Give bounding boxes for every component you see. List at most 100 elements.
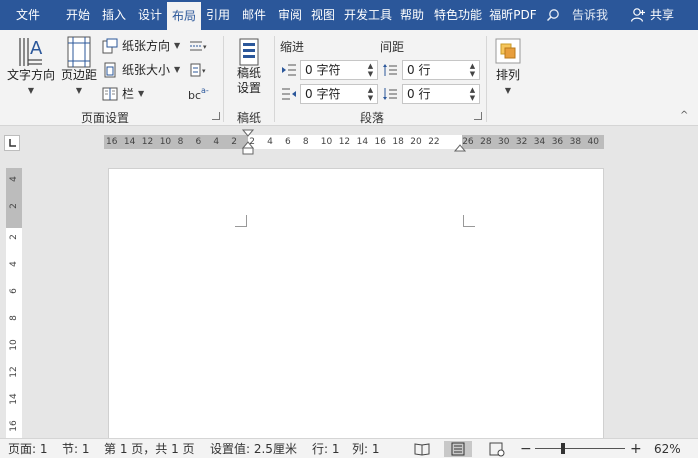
tab-insert[interactable]: 插入 [98,0,130,30]
columns-button[interactable]: 栏 ▼ [102,84,148,104]
book-icon [414,443,430,456]
ruler-tick-label: 20 [410,137,422,147]
crop-mark-top-right [463,215,475,227]
status-setting[interactable]: 设置值: 2.5厘米 [210,439,297,458]
web-layout-button[interactable] [482,441,510,457]
ruler-tick-label: 22 [428,137,440,147]
paragraph-launcher[interactable] [474,112,482,120]
ruler-tick-label: 38 [569,137,582,147]
indent-right-input[interactable]: 0 字符 ▲ ▼ [300,84,378,104]
tab-references[interactable]: 引用 [202,0,234,30]
left-tab-icon [9,139,16,147]
indent-left-value: 0 字符 [305,63,341,77]
space-before-input[interactable]: 0 行 ▲ ▼ [402,60,480,80]
status-section[interactable]: 节: 1 [62,439,90,458]
size-label: 纸张大小 [122,63,171,77]
orientation-button[interactable]: 纸张方向 ▼ [102,36,184,56]
tab-home[interactable]: 开始 [62,0,94,30]
chevron-down-icon: ▼ [27,86,35,95]
watermark-logo: 自由互联 [524,404,684,432]
print-layout-icon [451,442,465,456]
line-numbers-button[interactable]: ▾ [188,60,216,80]
tab-mailings[interactable]: 邮件 [238,0,270,30]
tab-design[interactable]: 设计 [134,0,166,30]
ruler-tick-label: 10 [9,339,19,351]
horizontal-ruler[interactable]: 16 14 12 10 8 6 4 2 2 4 6 8 10 12 14 16 18 20 22 26 28 30 32 34… [104,135,604,149]
ruler-tick-label: 6 [285,137,291,147]
ruler-tick-label: 6 [9,288,19,294]
columns-label: 栏 [122,87,135,101]
tab-file[interactable]: 文件 [8,0,48,30]
ruler-tick-label: 16 [106,137,118,147]
page-setup-group-label: 页面设置 [80,111,129,125]
margins-icon [67,36,91,68]
zoom-out-icon[interactable]: − [520,439,532,458]
ribbon-tab-bar: 文件 开始 插入 设计 布局 引用 邮件 审阅 视图 开发工具 帮助 特色功能 … [0,0,698,30]
orientation-label: 纸张方向 [122,39,171,53]
ruler-tick-label: 2 [9,203,19,209]
text-direction-button[interactable]: A 文字方向 ▼ [4,34,58,104]
arrange-label: 排列 [495,68,520,82]
horizontal-ruler-area: 16 14 12 10 8 6 4 2 2 4 6 8 10 12 14 16 18 20 22 26 28 30 32 34… [0,127,698,157]
tab-view[interactable]: 视图 [306,0,340,30]
space-before-icon [383,64,397,76]
ruler-tick-label: 14 [123,137,136,147]
group-divider [223,36,224,122]
vertical-ruler[interactable]: 4 2 2 4 6 8 10 12 14 16 [6,168,22,438]
zoom-in-icon[interactable]: + [630,439,642,458]
read-mode-button[interactable] [408,441,436,457]
margins-label: 页边距 [60,68,97,82]
spinner-arrows-icon[interactable]: ▲ ▼ [366,62,375,78]
line-numbers-icon: ▾ [190,63,206,77]
tab-help[interactable]: 帮助 [396,0,428,30]
watermark-text: 自由互联 [524,408,604,429]
ruler-tick-label: 28 [480,137,492,147]
chevron-down-icon: ▼ [174,41,181,50]
tab-selector-button[interactable] [4,135,20,151]
status-page-of[interactable]: 第 1 页，共 1 页 [104,439,195,458]
print-layout-button[interactable] [444,441,472,457]
spinner-arrows-icon[interactable]: ▲ ▼ [468,86,477,102]
ruler-tick-label: 16 [374,137,386,147]
document-page[interactable] [108,168,604,440]
status-column[interactable]: 列: 1 [352,439,380,458]
tab-special-features[interactable]: 特色功能 [432,0,484,30]
svg-text:A: A [30,38,43,59]
spinner-arrows-icon[interactable]: ▲ ▼ [366,86,375,102]
crop-mark-top-left [235,215,247,227]
page-setup-launcher[interactable] [212,112,220,120]
tab-review[interactable]: 审阅 [274,0,306,30]
indent-marker-icon[interactable] [242,129,254,157]
indent-left-icon [282,64,296,76]
tab-foxit-pdf[interactable]: 福昕PDF [486,0,540,30]
right-indent-marker-icon[interactable] [454,141,466,153]
ruler-tick-label: 4 [9,176,19,182]
ruler-tick-label: 18 [392,137,404,147]
collapse-ribbon-icon[interactable]: ^ [680,110,688,121]
spinner-arrows-icon[interactable]: ▲ ▼ [468,62,477,78]
manuscript-label-2: 设置 [236,81,261,95]
ruler-tick-label: 32 [515,137,528,147]
spacing-title: 间距 [380,40,405,54]
zoom-slider-thumb[interactable] [560,443,565,454]
svg-text:▾: ▾ [202,67,206,75]
manuscript-setup-button[interactable]: 稿纸 设置 [228,36,270,104]
breaks-button[interactable]: ▾ [188,36,216,56]
hyphenation-button[interactable]: bc a- [188,84,216,104]
zoom-slider[interactable] [535,448,625,449]
person-icon [630,8,645,22]
manuscript-label-1: 稿纸 [236,66,261,80]
space-after-input[interactable]: 0 行 ▲ ▼ [402,84,480,104]
ruler-tick-label: 12 [338,137,351,147]
size-button[interactable]: 纸张大小 ▼ [102,60,184,80]
arrange-button[interactable]: 排列 ▼ [490,36,526,100]
indent-left-input[interactable]: 0 字符 ▲ ▼ [300,60,378,80]
status-page[interactable]: 页面: 1 [8,439,48,458]
ruler-tick-label: 14 [356,137,369,147]
status-line[interactable]: 行: 1 [312,439,340,458]
manuscript-group-label: 稿纸 [236,111,261,125]
margins-button[interactable]: 页边距 ▼ [58,34,100,104]
zoom-level[interactable]: 62% [654,439,681,458]
tab-layout[interactable]: 布局 [167,2,201,30]
tab-developer[interactable]: 开发工具 [342,0,394,30]
